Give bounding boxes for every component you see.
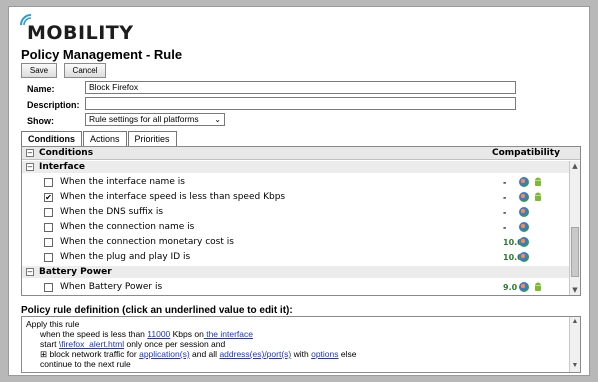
- collapse-battery-toggle[interactable]: −: [26, 268, 34, 276]
- definition-title: Policy rule definition (click an underli…: [21, 305, 293, 316]
- collapse-interface-toggle[interactable]: −: [26, 163, 34, 171]
- mobility-logo: MOBILITY: [19, 13, 159, 44]
- windows-icon: [519, 177, 529, 187]
- definition-text: when the speed is less than: [40, 329, 148, 339]
- condition-row: When the DNS suffix is -: [22, 205, 570, 220]
- page-title: Policy Management - Rule: [21, 47, 183, 62]
- compat-value: -: [503, 223, 507, 232]
- condition-checkbox[interactable]: [44, 238, 53, 247]
- definition-text: start: [40, 339, 59, 349]
- condition-label[interactable]: When Battery Power is: [60, 282, 162, 292]
- scrollbar-thumb[interactable]: [571, 227, 579, 277]
- conditions-header: − Conditions Compatibility: [22, 147, 580, 160]
- rule-definition-box: Apply this rule when the speed is less t…: [21, 316, 581, 373]
- condition-row: When the plug and play ID is 10.0: [22, 250, 570, 265]
- chevron-down-icon: ⌄: [214, 115, 221, 124]
- logo-text: MOBILITY: [27, 22, 134, 44]
- android-icon: [535, 177, 541, 186]
- name-label: Name:: [27, 84, 55, 94]
- group-interface: − Interface: [22, 161, 570, 173]
- show-select[interactable]: Rule settings for all platforms ⌄: [85, 113, 225, 126]
- windows-icon: [519, 192, 529, 202]
- condition-label[interactable]: When the DNS suffix is: [60, 207, 163, 217]
- scroll-up-icon[interactable]: ▲: [570, 161, 580, 172]
- tab-priorities[interactable]: Priorities: [127, 131, 177, 147]
- android-icon: [535, 192, 541, 201]
- name-field[interactable]: Block Firefox: [85, 81, 516, 94]
- addresses-ports-link[interactable]: address(es)/port(s): [219, 349, 291, 359]
- interface-link[interactable]: the interface: [204, 329, 253, 339]
- definition-scrollbar[interactable]: ▲ ▼: [569, 317, 580, 372]
- show-select-value: Rule settings for all platforms: [89, 114, 199, 124]
- condition-checkbox[interactable]: [44, 253, 53, 262]
- definition-text: else: [338, 349, 357, 359]
- windows-icon: [519, 282, 529, 292]
- windows-icon: [519, 252, 529, 262]
- condition-checkbox[interactable]: [44, 223, 53, 232]
- condition-row: When the connection monetary cost is 10.…: [22, 235, 570, 250]
- conditions-panel: − Conditions Compatibility − Interface W…: [21, 146, 581, 296]
- compat-value: -: [503, 193, 507, 202]
- condition-row: When the connection name is -: [22, 220, 570, 235]
- condition-checkbox[interactable]: [44, 283, 53, 292]
- conditions-scrollbar[interactable]: ▲ ▼: [569, 161, 580, 295]
- condition-label[interactable]: When the interface name is: [60, 177, 185, 187]
- definition-text: and all: [189, 349, 220, 359]
- show-label: Show:: [27, 116, 54, 126]
- compat-value: -: [503, 178, 507, 187]
- save-button[interactable]: Save: [21, 63, 57, 78]
- condition-checkbox[interactable]: [44, 208, 53, 217]
- speed-value-link[interactable]: 11000: [147, 329, 170, 339]
- compat-value: -: [503, 208, 507, 217]
- compatibility-header: Compatibility: [492, 148, 560, 158]
- tab-actions[interactable]: Actions: [83, 131, 127, 147]
- windows-icon: [519, 237, 529, 247]
- definition-line: Apply this rule: [26, 319, 80, 329]
- rule-editor-window: MOBILITY Policy Management - Rule Save C…: [8, 6, 590, 376]
- applications-link[interactable]: application(s): [139, 349, 190, 359]
- scroll-down-icon[interactable]: ▼: [570, 285, 580, 295]
- condition-label[interactable]: When the interface speed is less than sp…: [60, 192, 285, 202]
- alert-file-link[interactable]: \firefox_alert.html: [59, 339, 124, 349]
- condition-checkbox[interactable]: [44, 178, 53, 187]
- description-label: Description:: [27, 100, 80, 110]
- tab-bar: Conditions Actions Priorities: [21, 131, 178, 147]
- windows-icon: [519, 207, 529, 217]
- group-battery-power: − Battery Power: [22, 266, 570, 278]
- condition-checkbox[interactable]: ✔: [44, 193, 53, 202]
- condition-row: When Battery Power is 9.0: [22, 280, 570, 295]
- definition-line: continue to the next rule: [40, 359, 131, 369]
- collapse-conditions-toggle[interactable]: −: [26, 149, 34, 157]
- scroll-up-icon[interactable]: ▲: [570, 317, 580, 328]
- definition-text: Kbps on: [170, 329, 204, 339]
- condition-label[interactable]: When the connection name is: [60, 222, 194, 232]
- condition-row: When the interface name is -: [22, 175, 570, 190]
- definition-text: block network traffic for: [47, 349, 140, 359]
- android-icon: [535, 282, 541, 291]
- definition-line: start \firefox_alert.html only once per …: [40, 339, 225, 349]
- group-battery-label: Battery Power: [39, 267, 112, 277]
- windows-icon: [519, 222, 529, 232]
- condition-label[interactable]: When the connection monetary cost is: [60, 237, 234, 247]
- description-field[interactable]: [85, 97, 516, 110]
- cancel-button[interactable]: Cancel: [64, 63, 106, 78]
- definition-text: with: [291, 349, 312, 359]
- scroll-down-icon[interactable]: ▼: [570, 361, 580, 372]
- tab-conditions[interactable]: Conditions: [21, 131, 82, 147]
- definition-line: when the speed is less than 11000 Kbps o…: [40, 329, 253, 339]
- compat-value: 9.0: [503, 283, 518, 292]
- group-interface-label: Interface: [39, 162, 86, 172]
- condition-row: ✔ When the interface speed is less than …: [22, 190, 570, 205]
- conditions-header-label: Conditions: [39, 148, 94, 158]
- options-link[interactable]: options: [311, 349, 338, 359]
- definition-text: only once per session and: [124, 339, 226, 349]
- condition-label[interactable]: When the plug and play ID is: [60, 252, 190, 262]
